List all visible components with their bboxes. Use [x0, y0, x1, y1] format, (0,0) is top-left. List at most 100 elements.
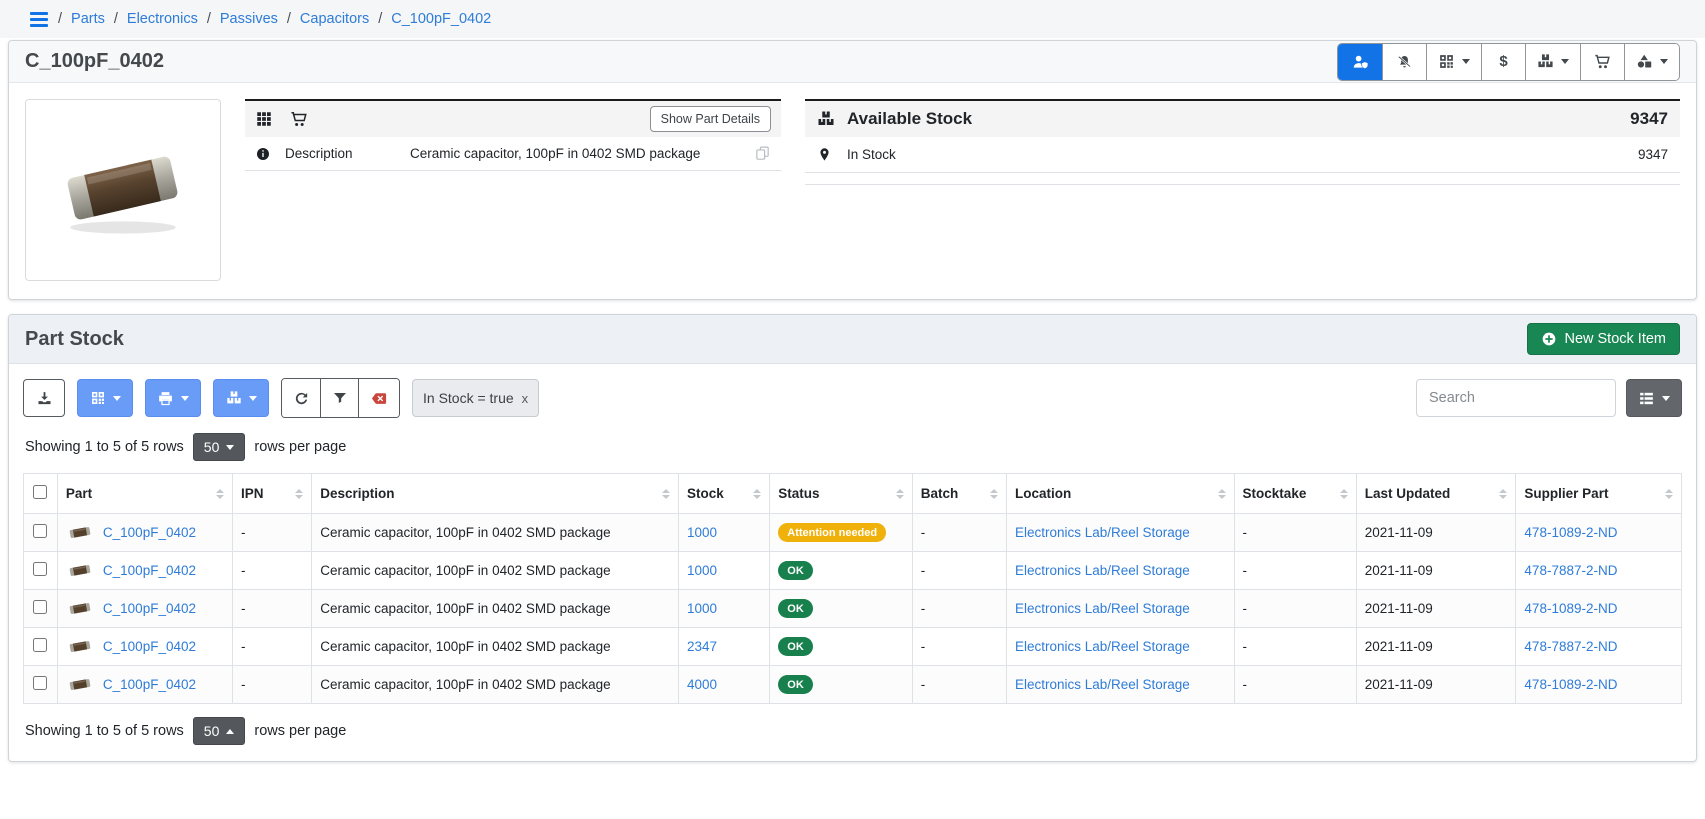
breadcrumb-link[interactable]: Electronics [127, 11, 198, 27]
boxes-icon [1537, 53, 1554, 70]
description-cell: Ceramic capacitor, 100pF in 0402 SMD pac… [312, 666, 679, 704]
part-thumbnail[interactable] [66, 522, 94, 543]
page-size-value: 50 [204, 439, 220, 455]
description-cell: Ceramic capacitor, 100pF in 0402 SMD pac… [312, 514, 679, 552]
row-checkbox[interactable] [33, 562, 47, 576]
location-link[interactable]: Electronics Lab/Reel Storage [1015, 639, 1190, 654]
part-stock-panel: Part Stock New Stock Item [8, 314, 1697, 762]
breadcrumb-link[interactable]: Parts [71, 11, 105, 27]
stock-table-toolbar: In Stock = true x [9, 364, 1696, 418]
stock-link[interactable]: 2347 [687, 639, 717, 654]
row-checkbox[interactable] [33, 524, 47, 538]
part-link[interactable]: C_100pF_0402 [103, 677, 196, 692]
pricing-button[interactable]: $ [1481, 44, 1525, 80]
column-header-location[interactable]: Location [1006, 474, 1234, 514]
stock-link[interactable]: 1000 [687, 525, 717, 540]
last-updated-cell: 2021-11-09 [1356, 666, 1516, 704]
column-header-supplier-part[interactable]: Supplier Part [1516, 474, 1682, 514]
barcode-actions-button[interactable] [77, 379, 133, 417]
column-header-status[interactable]: Status [770, 474, 912, 514]
available-stock-table: Available Stock 9347 In Stock 9347 [805, 99, 1680, 185]
page-size-dropdown[interactable]: 50 [193, 717, 246, 745]
supplier-part-link[interactable]: 478-1089-2-ND [1524, 677, 1617, 692]
select-all-checkbox[interactable] [33, 485, 47, 499]
show-part-details-button[interactable]: Show Part Details [650, 106, 771, 132]
qr-code-icon [90, 390, 106, 406]
print-actions-button[interactable] [145, 379, 201, 417]
part-actions-button[interactable] [1624, 44, 1679, 80]
stock-link[interactable]: 4000 [687, 677, 717, 692]
row-checkbox[interactable] [33, 676, 47, 690]
part-image[interactable] [25, 99, 221, 281]
column-header-stock[interactable]: Stock [678, 474, 769, 514]
breadcrumb-separator: / [287, 11, 291, 27]
part-thumbnail[interactable] [66, 636, 94, 657]
user-roles-button[interactable] [1338, 44, 1382, 80]
sort-icon [745, 489, 761, 499]
stock-actions-button[interactable] [1525, 44, 1580, 80]
column-header-stocktake[interactable]: Stocktake [1234, 474, 1356, 514]
refresh-button[interactable] [282, 379, 320, 417]
sort-icon [1332, 489, 1348, 499]
columns-button[interactable] [1626, 379, 1682, 417]
row-checkbox[interactable] [33, 600, 47, 614]
sort-icon [287, 489, 303, 499]
location-link[interactable]: Electronics Lab/Reel Storage [1015, 563, 1190, 578]
part-link[interactable]: C_100pF_0402 [103, 601, 196, 616]
breadcrumb-link[interactable]: C_100pF_0402 [391, 11, 491, 27]
location-pin-icon [817, 146, 847, 163]
qr-actions-button[interactable] [1426, 44, 1481, 80]
download-icon [36, 390, 53, 407]
user-shield-icon [1351, 53, 1370, 71]
part-link[interactable]: C_100pF_0402 [103, 563, 196, 578]
table-row: C_100pF_0402 - Ceramic capacitor, 100pF … [24, 590, 1682, 628]
column-header-part[interactable]: Part [57, 474, 232, 514]
sort-icon [1491, 489, 1507, 499]
description-cell: Ceramic capacitor, 100pF in 0402 SMD pac… [312, 628, 679, 666]
refresh-icon [293, 390, 310, 407]
part-thumbnail[interactable] [66, 674, 94, 695]
column-header-last-updated[interactable]: Last Updated [1356, 474, 1516, 514]
part-link[interactable]: C_100pF_0402 [103, 639, 196, 654]
column-header-description[interactable]: Description [312, 474, 679, 514]
breadcrumb-link[interactable]: Capacitors [300, 11, 369, 27]
stock-options-button[interactable] [213, 379, 269, 417]
supplier-part-link[interactable]: 478-7887-2-ND [1524, 563, 1617, 578]
qr-code-icon [1438, 53, 1455, 70]
menu-icon[interactable] [30, 12, 48, 27]
list-columns-icon [1638, 390, 1655, 407]
part-thumbnail[interactable] [66, 598, 94, 619]
download-button[interactable] [23, 379, 65, 417]
page-size-dropdown[interactable]: 50 [193, 433, 246, 461]
clear-filters-button[interactable] [358, 379, 399, 417]
purchase-cart-button[interactable] [1580, 44, 1624, 80]
part-link[interactable]: C_100pF_0402 [103, 525, 196, 540]
column-header-batch[interactable]: Batch [912, 474, 1006, 514]
sort-icon [888, 489, 904, 499]
filter-button[interactable] [320, 379, 358, 417]
location-link[interactable]: Electronics Lab/Reel Storage [1015, 525, 1190, 540]
sort-icon [1210, 489, 1226, 499]
new-stock-item-button[interactable]: New Stock Item [1527, 323, 1680, 355]
breadcrumb-items: /Parts/Electronics/Passives/Capacitors/C… [58, 11, 491, 27]
in-stock-label: In Stock [847, 147, 896, 162]
grid-icon [255, 110, 273, 128]
remove-filter-icon[interactable]: x [522, 391, 529, 406]
supplier-part-link[interactable]: 478-7887-2-ND [1524, 639, 1617, 654]
part-thumbnail[interactable] [66, 560, 94, 581]
location-link[interactable]: Electronics Lab/Reel Storage [1015, 677, 1190, 692]
copy-icon[interactable] [754, 145, 771, 162]
description-value: Ceramic capacitor, 100pF in 0402 SMD pac… [410, 146, 754, 161]
search-input[interactable] [1416, 379, 1616, 417]
location-link[interactable]: Electronics Lab/Reel Storage [1015, 601, 1190, 616]
part-details-header: Show Part Details [245, 101, 781, 137]
stock-link[interactable]: 1000 [687, 601, 717, 616]
stocktake-cell: - [1234, 552, 1356, 590]
breadcrumb-link[interactable]: Passives [220, 11, 278, 27]
supplier-part-link[interactable]: 478-1089-2-ND [1524, 525, 1617, 540]
stock-link[interactable]: 1000 [687, 563, 717, 578]
column-header-ipn[interactable]: IPN [233, 474, 312, 514]
notifications-off-button[interactable] [1382, 44, 1426, 80]
supplier-part-link[interactable]: 478-1089-2-ND [1524, 601, 1617, 616]
row-checkbox[interactable] [33, 638, 47, 652]
